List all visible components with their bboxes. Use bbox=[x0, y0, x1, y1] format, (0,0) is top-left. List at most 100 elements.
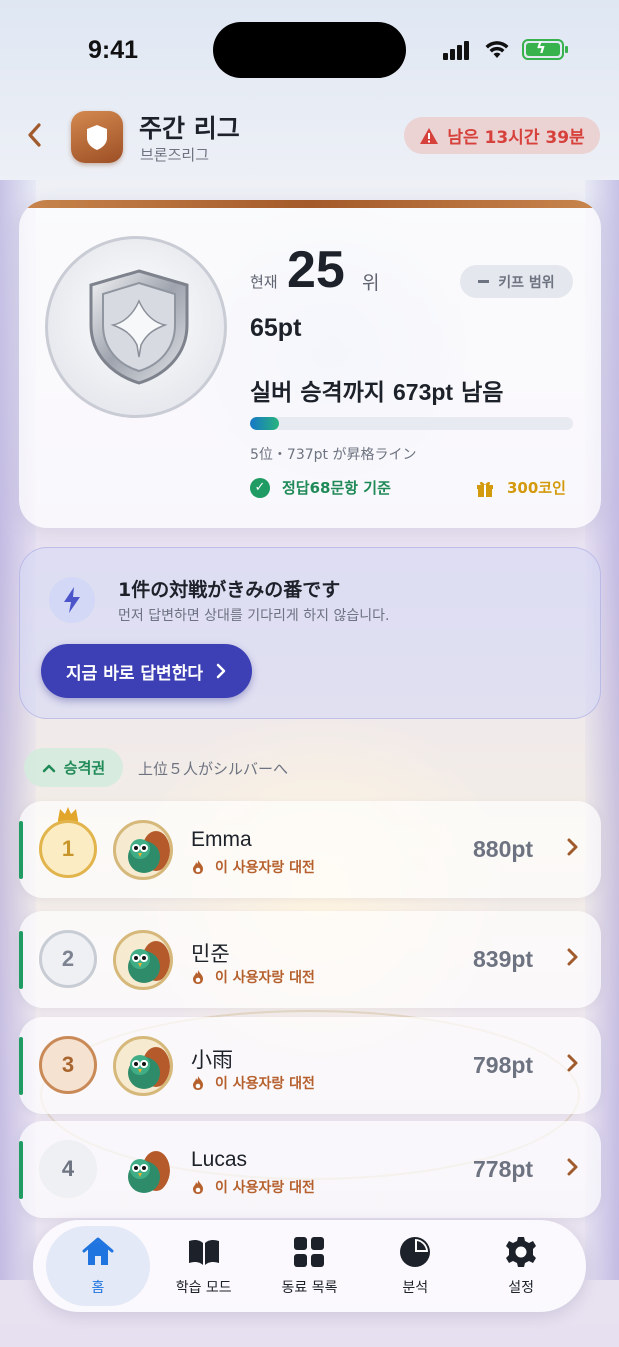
player-name: 小雨 bbox=[191, 1049, 233, 1072]
shield-icon bbox=[89, 269, 189, 385]
lightning-icon bbox=[49, 577, 95, 623]
challenge-link[interactable]: 이 사용자랑 대전 bbox=[191, 1177, 315, 1197]
reward-info: 300코인 bbox=[475, 477, 566, 498]
tab-study-mode[interactable]: 학습 모드 bbox=[152, 1226, 256, 1306]
time-left-badge: 남은 13시간 39분 bbox=[404, 117, 600, 154]
bronze-accent-line bbox=[19, 200, 601, 208]
player-points: 880pt bbox=[473, 836, 534, 862]
challenge-link[interactable]: 이 사용자랑 대전 bbox=[191, 1073, 315, 1093]
promotion-suffix: 남음 bbox=[453, 380, 504, 406]
answer-now-label: 지금 바로 답변한다 bbox=[66, 663, 203, 684]
chevron-right-icon bbox=[567, 948, 578, 966]
dynamic-island bbox=[213, 22, 406, 78]
pie-chart-icon bbox=[400, 1237, 431, 1267]
avatar bbox=[113, 1036, 173, 1096]
challenge-link[interactable]: 이 사용자랑 대전 bbox=[191, 857, 315, 877]
battle-title: 1件の対戦がきみの番です bbox=[118, 579, 341, 601]
tab-study-label: 학습 모드 bbox=[175, 1280, 232, 1296]
challenge-label: 이 사용자랑 대전 bbox=[215, 1076, 315, 1092]
current-label: 현재 bbox=[250, 273, 278, 291]
challenge-link[interactable]: 이 사용자랑 대전 bbox=[191, 967, 315, 987]
tab-settings-label: 설정 bbox=[508, 1280, 534, 1296]
league-header: 주간 리그 브론즈리그 남은 13시간 39분 bbox=[0, 100, 619, 178]
chevron-right-icon bbox=[567, 838, 578, 856]
player-points: 798pt bbox=[473, 1052, 534, 1078]
check-circle-icon: ✓ bbox=[250, 477, 270, 498]
silver-shield-emblem bbox=[45, 236, 227, 418]
battle-subtitle: 먼저 답변하면 상대를 기다리게 하지 않습니다. bbox=[118, 608, 390, 624]
promotion-stripe bbox=[19, 1037, 23, 1095]
rank-medal: 3 bbox=[39, 1036, 97, 1094]
status-time: 9:41 bbox=[88, 36, 139, 64]
bottom-tab-bar: 홈 학습 모드 동료 목록 분석 설정 bbox=[33, 1220, 586, 1312]
flame-icon bbox=[193, 1180, 203, 1194]
player-name: Emma bbox=[191, 828, 252, 851]
rank-unit: 위 bbox=[362, 272, 380, 294]
book-icon bbox=[188, 1239, 219, 1265]
promotion-progress-bar bbox=[250, 417, 573, 430]
rank-medal: 2 bbox=[39, 930, 97, 988]
current-rank: 25 bbox=[287, 241, 345, 299]
page-title: 주간 리그 bbox=[139, 114, 240, 143]
avatar bbox=[113, 1140, 173, 1200]
leaderboard-row[interactable]: 1 Emma 이 사용자랑 대전 880pt bbox=[19, 801, 601, 898]
wifi-icon bbox=[485, 41, 509, 58]
challenge-label: 이 사용자랑 대전 bbox=[215, 970, 315, 986]
promotion-prefix: 실버 승격까지 bbox=[250, 380, 393, 406]
time-left-prefix: 남은 bbox=[447, 128, 485, 148]
battery-icon: ϟ bbox=[522, 39, 568, 60]
progress-fill bbox=[250, 417, 280, 430]
criteria-label: 정답68문항 기준 bbox=[282, 479, 391, 497]
tab-analysis[interactable]: 분석 bbox=[363, 1226, 467, 1306]
chevron-right-icon bbox=[567, 1054, 578, 1072]
home-icon bbox=[82, 1237, 114, 1265]
player-points: 839pt bbox=[473, 946, 534, 972]
avatar bbox=[113, 930, 173, 990]
promotion-line-info: 5位・737pt が昇格ライン bbox=[250, 447, 417, 463]
chevron-up-icon bbox=[42, 764, 56, 772]
promotion-remaining: 실버 승격까지 673pt 남음 bbox=[250, 373, 503, 407]
grid-icon bbox=[294, 1237, 325, 1267]
promotion-zone-badge: 승격권 bbox=[24, 748, 123, 787]
flame-icon bbox=[193, 970, 203, 984]
rank-medal: 1 bbox=[39, 820, 97, 878]
league-subtitle: 브론즈리그 bbox=[140, 146, 210, 164]
back-button[interactable] bbox=[24, 120, 48, 150]
tab-home[interactable]: 홈 bbox=[45, 1226, 150, 1306]
tab-settings[interactable]: 설정 bbox=[469, 1226, 573, 1306]
chevron-right-icon bbox=[216, 663, 226, 679]
chevron-right-icon bbox=[567, 1158, 578, 1176]
keep-range-label: 키프 범위 bbox=[498, 274, 555, 291]
chevron-left-icon bbox=[28, 123, 41, 147]
challenge-label: 이 사용자랑 대전 bbox=[215, 860, 315, 876]
player-name: Lucas bbox=[191, 1148, 248, 1171]
time-left-value: 13시간 39분 bbox=[484, 128, 585, 148]
current-points: 65pt bbox=[250, 314, 302, 342]
player-points: 778pt bbox=[473, 1156, 534, 1182]
tab-peers-label: 동료 목록 bbox=[281, 1280, 338, 1296]
criteria-info: ✓ 정답68문항 기준 bbox=[250, 477, 391, 498]
leaderboard-row[interactable]: 3 小雨 이 사용자랑 대전 798pt bbox=[19, 1017, 601, 1114]
keep-range-badge: 키프 범위 bbox=[460, 265, 573, 298]
flame-icon bbox=[193, 1076, 203, 1090]
rank-medal: 4 bbox=[39, 1140, 97, 1198]
promotion-zone-label: 승격권 bbox=[63, 759, 106, 777]
warning-icon bbox=[420, 127, 439, 144]
gear-icon bbox=[506, 1237, 537, 1267]
reward-label: 300코인 bbox=[507, 479, 566, 497]
leaderboard-row[interactable]: 2 민준 이 사용자랑 대전 839pt bbox=[19, 911, 601, 1008]
tab-analysis-label: 분석 bbox=[402, 1280, 429, 1296]
league-badge-icon bbox=[71, 111, 123, 163]
tab-peers[interactable]: 동료 목록 bbox=[257, 1226, 361, 1306]
status-bar: 9:41 ϟ bbox=[0, 0, 619, 100]
promotion-points: 673pt bbox=[392, 379, 454, 405]
pending-battle-card: 1件の対戦がきみの番です 먼저 답변하면 상대를 기다리게 하지 않습니다. 지… bbox=[19, 547, 601, 719]
challenge-label: 이 사용자랑 대전 bbox=[215, 1180, 315, 1196]
answer-now-button[interactable]: 지금 바로 답변한다 bbox=[41, 644, 252, 698]
gift-icon bbox=[477, 481, 493, 497]
avatar bbox=[113, 820, 173, 880]
minus-icon bbox=[478, 280, 490, 283]
leaderboard-row[interactable]: 4 Lucas 이 사용자랑 대전 778pt bbox=[19, 1121, 601, 1218]
signal-icon bbox=[443, 40, 473, 60]
promotion-zone-description: 上位５人がシルバーへ bbox=[138, 760, 289, 778]
